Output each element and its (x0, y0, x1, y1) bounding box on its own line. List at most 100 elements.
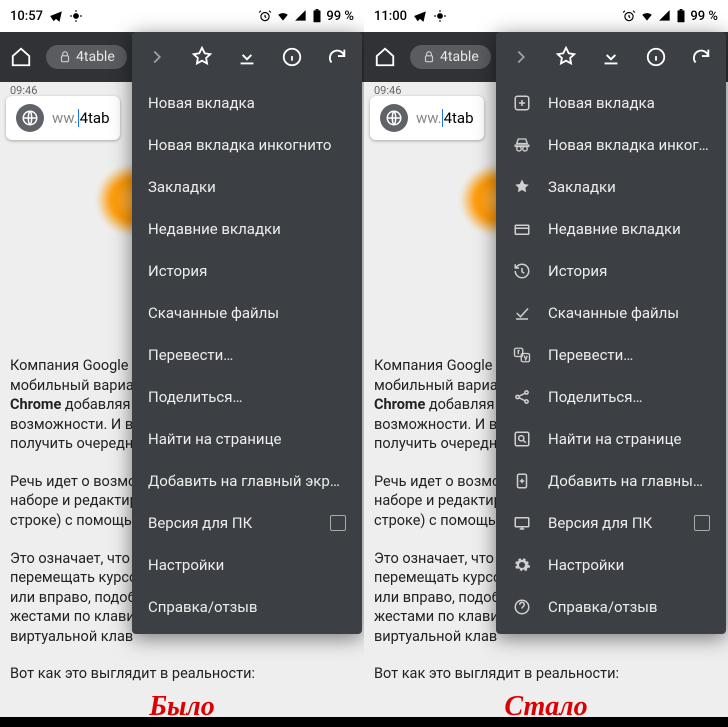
mini-url: ww.4tab (416, 109, 474, 127)
menu-item[interactable]: Новая вкладка (132, 82, 362, 124)
refresh-icon[interactable] (690, 46, 712, 68)
status-time: 11:00 (374, 9, 407, 24)
menu-item[interactable]: Скачанные файлы (496, 292, 726, 334)
menu-item-label: Перевести… (148, 346, 346, 364)
mini-url: ww.4tab (52, 109, 110, 127)
menu-item[interactable]: Поделиться… (132, 376, 362, 418)
debug-icon (69, 9, 83, 23)
info-icon[interactable] (281, 46, 303, 68)
menu-item-label: Версия для ПК (548, 514, 678, 532)
menu-item-label: История (148, 262, 346, 280)
menu-item-label: Закладки (148, 178, 346, 196)
menu-toolbar (496, 32, 726, 82)
url-bar[interactable]: 4table (46, 45, 127, 69)
menu-item-label: Перевести… (548, 346, 710, 364)
find-icon (512, 430, 532, 448)
battery-percent: 99 % (326, 9, 354, 24)
star-icon (512, 178, 532, 196)
desktop-icon (512, 514, 532, 532)
download-icon[interactable] (236, 46, 258, 68)
battery-icon (676, 9, 686, 23)
menu-item-label: Скачанные файлы (148, 304, 346, 322)
forward-icon[interactable] (510, 46, 532, 68)
overflow-menu: Новая вкладка Новая вкладка инкогнито Закл… (132, 32, 362, 634)
menu-item[interactable]: Настройки (496, 544, 726, 586)
status-bar: 11:00 99 % (364, 0, 728, 32)
menu-item[interactable]: Версия для ПК (496, 502, 726, 544)
home-icon[interactable] (10, 46, 32, 68)
nav-bar (0, 717, 364, 727)
menu-item-label: Найти на странице (548, 430, 710, 448)
status-time: 10:57 (10, 9, 43, 24)
menu-item[interactable]: Справка/отзыв (132, 586, 362, 628)
menu-item-label: Недавние вкладки (548, 220, 710, 238)
menu-item[interactable]: Перевести… (496, 334, 726, 376)
menu-item[interactable]: Справка/отзыв (496, 586, 726, 628)
battery-icon (312, 9, 322, 23)
menu-item-label: Новая вкладка инкогнито (148, 136, 346, 154)
nav-bar (364, 717, 728, 727)
menu-item[interactable]: История (496, 250, 726, 292)
globe-icon (380, 104, 408, 132)
menu-item[interactable]: Найти на странице (496, 418, 726, 460)
forward-icon[interactable] (146, 46, 168, 68)
add-home-icon (512, 472, 532, 490)
menu-item[interactable]: Найти на странице (132, 418, 362, 460)
url-text: 4table (440, 49, 479, 65)
menu-item-label: Настройки (548, 556, 710, 574)
menu-item-label: Новая вкладка (148, 94, 346, 112)
history-icon (512, 262, 532, 280)
menu-item[interactable]: Скачанные файлы (132, 292, 362, 334)
info-icon[interactable] (645, 46, 667, 68)
menu-item[interactable]: Поделиться… (496, 376, 726, 418)
pane-after: 11:00 99 % 4table 09:46 (364, 0, 728, 727)
url-bar[interactable]: 4table (410, 45, 491, 69)
battery-percent: 99 % (690, 9, 718, 24)
signal-icon (294, 9, 308, 23)
menu-item[interactable]: Закладки (132, 166, 362, 208)
menu-item[interactable]: Новая вкладка инкогнито (132, 124, 362, 166)
menu-item-label: Скачанные файлы (548, 304, 710, 322)
menu-item[interactable]: Добавить на главный э… (496, 460, 726, 502)
menu-item-label: Добавить на главный экран (148, 472, 346, 490)
menu-item-label: Недавние вкладки (148, 220, 346, 238)
translate-icon (512, 346, 532, 364)
refresh-icon[interactable] (326, 46, 348, 68)
menu-item[interactable]: Недавние вкладки (496, 208, 726, 250)
menu-item[interactable]: Перевести… (132, 334, 362, 376)
menu-item[interactable]: Версия для ПК (132, 502, 362, 544)
bookmark-star-icon[interactable] (555, 46, 577, 68)
desktop-checkbox[interactable] (694, 515, 710, 531)
menu-item-label: Справка/отзыв (148, 598, 346, 616)
menu-item-label: Новая вкладка (548, 94, 710, 112)
menu-item[interactable]: Новая вкладка (496, 82, 726, 124)
desktop-checkbox[interactable] (330, 515, 346, 531)
status-bar: 10:57 99 % (0, 0, 364, 32)
wifi-icon (640, 9, 654, 23)
tabs-icon (512, 220, 532, 238)
menu-item-label: Версия для ПК (148, 514, 314, 532)
incognito-icon (512, 136, 532, 154)
menu-item-label: Справка/отзыв (548, 598, 710, 616)
url-text: 4table (76, 49, 115, 65)
menu-item[interactable]: Добавить на главный экран (132, 460, 362, 502)
menu-item[interactable]: Недавние вкладки (132, 208, 362, 250)
gear-icon (512, 556, 532, 574)
menu-item-label: Поделиться… (548, 388, 710, 406)
menu-item-label: Поделиться… (148, 388, 346, 406)
home-icon[interactable] (374, 46, 396, 68)
menu-item[interactable]: Закладки (496, 166, 726, 208)
menu-item-label: Найти на странице (148, 430, 346, 448)
bookmark-star-icon[interactable] (191, 46, 213, 68)
menu-item[interactable]: Новая вкладка инкогн… (496, 124, 726, 166)
menu-item[interactable]: Настройки (132, 544, 362, 586)
download-done-icon (512, 304, 532, 322)
download-icon[interactable] (600, 46, 622, 68)
menu-item-label: Новая вкладка инкогн… (548, 136, 710, 154)
cursor-card: ww.4tab (6, 96, 120, 140)
pane-before: 10:57 99 % 4table 09:46 (0, 0, 364, 727)
menu-item-label: История (548, 262, 710, 280)
menu-item[interactable]: История (132, 250, 362, 292)
menu-item-label: Закладки (548, 178, 710, 196)
share-icon (512, 388, 532, 406)
